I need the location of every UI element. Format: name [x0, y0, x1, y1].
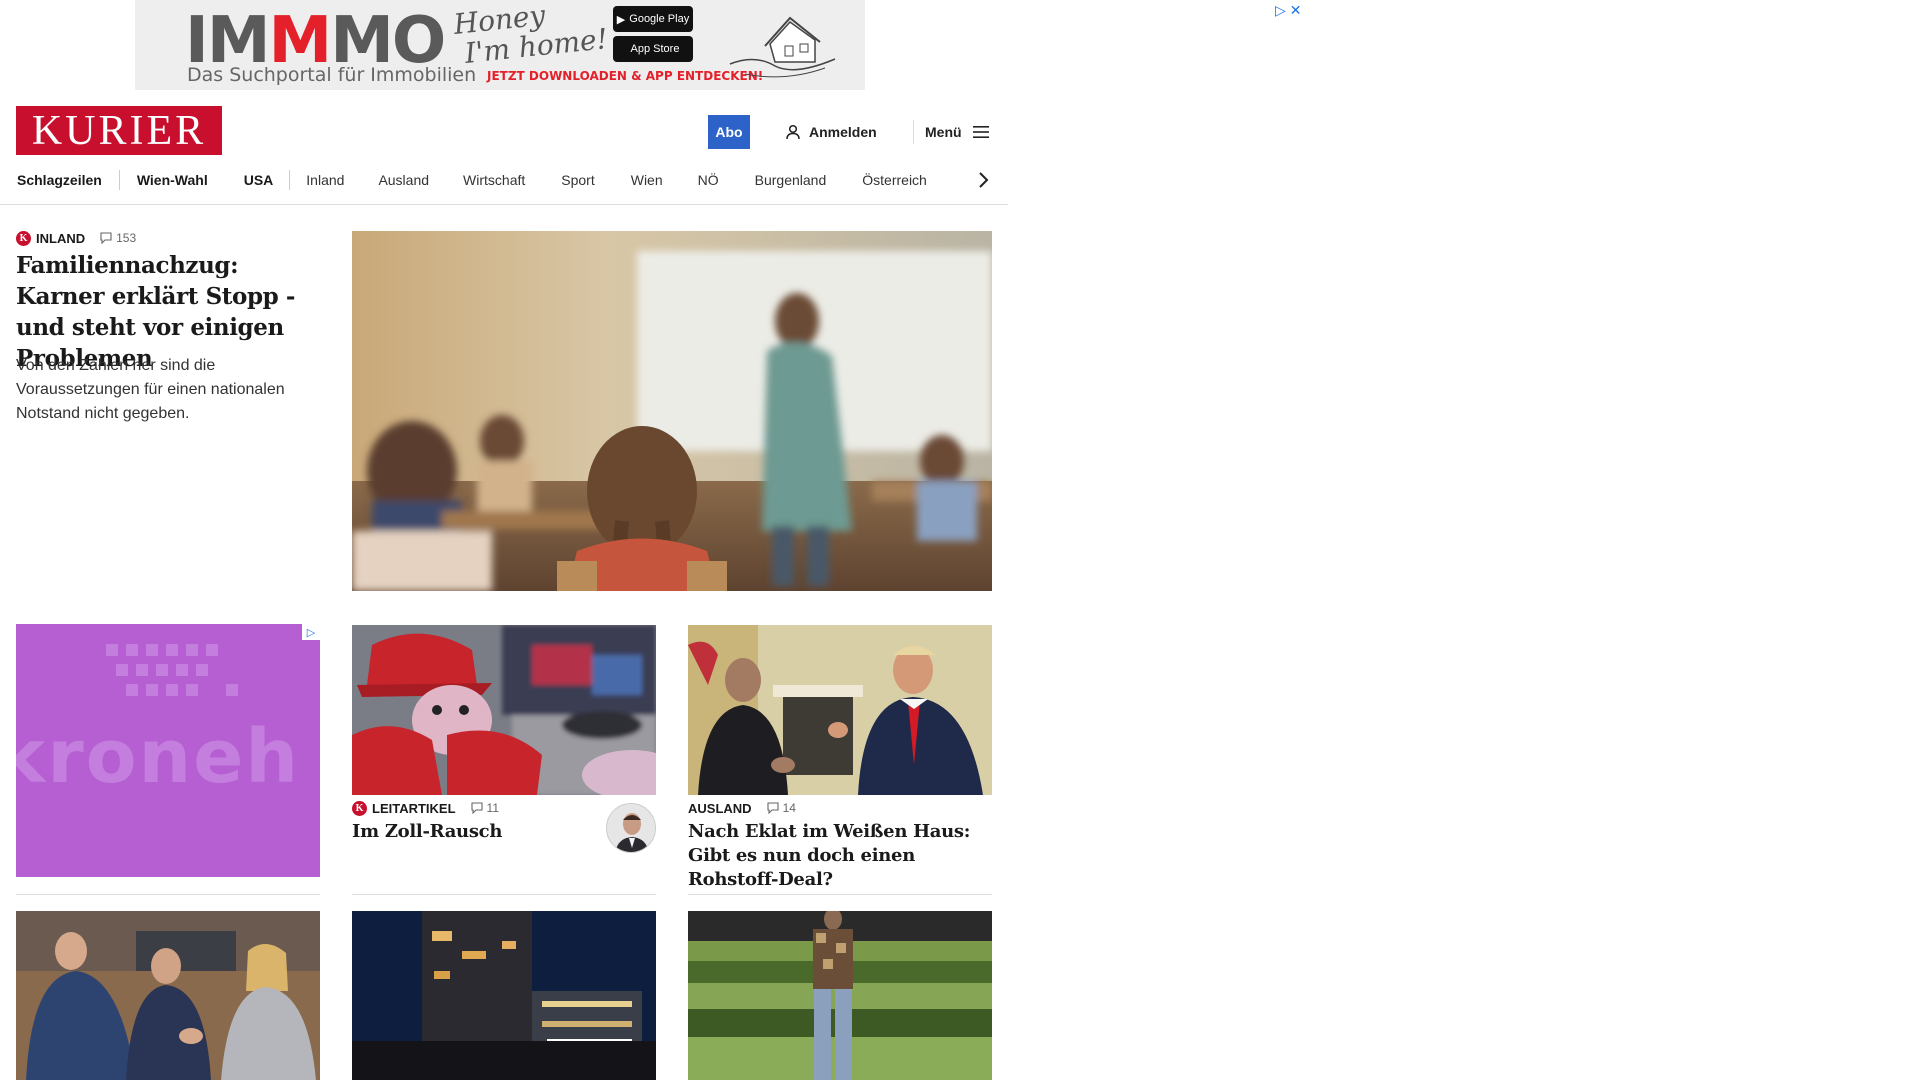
card-divider	[16, 894, 320, 895]
page: IMMMO Das Suchportal für Immobilien Hone…	[0, 0, 1920, 1080]
kronehit-ad-tile[interactable]: kroneh ▷	[16, 624, 320, 877]
nav-item-inland[interactable]: Inland	[306, 172, 344, 188]
lead-comment-count[interactable]: 153	[100, 231, 136, 245]
adchoices-icon[interactable]: ▷ ✕	[1275, 2, 1302, 19]
ad-script-text: Honey I'm home!	[452, 0, 610, 70]
kurier-k-icon: K	[352, 800, 367, 816]
card-divider	[688, 894, 992, 895]
nav-item-ausland[interactable]: Ausland	[378, 172, 429, 188]
header-divider	[913, 120, 914, 144]
maga-hats-photo	[352, 625, 656, 795]
nav-divider	[289, 170, 291, 190]
hamburger-icon	[972, 126, 989, 138]
card-headline-ausland[interactable]: Nach Eklat im Weißen Haus: Gibt es nun d…	[688, 820, 992, 892]
nav-underline	[0, 204, 1008, 205]
card-image-parliament[interactable]	[16, 911, 320, 1080]
nav-item-noe[interactable]: NÖ	[698, 172, 719, 188]
card-comment-count[interactable]: 11	[470, 801, 499, 815]
nav-item-wien-wahl[interactable]: Wien-Wahl	[137, 172, 208, 188]
card-comment-count[interactable]: 14	[767, 801, 796, 815]
adchoices-play-icon: ▷	[1275, 2, 1286, 18]
card-image-maga-hats[interactable]	[352, 625, 656, 795]
runway-photo	[688, 911, 992, 1080]
menu-label: Menü	[925, 124, 962, 140]
close-icon[interactable]: ✕	[1290, 2, 1302, 19]
comment-icon	[767, 802, 779, 814]
house-hand-icon	[729, 16, 836, 78]
adchoices-icon[interactable]: ▷	[302, 624, 320, 640]
lead-teaser: Von den Zahlen her sind die Voraussetzun…	[16, 357, 285, 422]
card-image-borealis[interactable]: BOREALIS	[352, 911, 656, 1080]
card-headline-leitartikel[interactable]: Im Zoll-Rausch	[352, 820, 592, 844]
login-label: Anmelden	[809, 124, 877, 140]
user-icon	[786, 124, 800, 140]
nav-item-burgenland[interactable]: Burgenland	[755, 172, 827, 188]
nav-item-usa[interactable]: USA	[244, 172, 274, 188]
author-photo	[607, 804, 655, 852]
login-button[interactable]: Anmelden	[785, 120, 877, 144]
abo-button[interactable]: Abo	[708, 115, 750, 149]
kurier-logo[interactable]: KURIER	[16, 106, 222, 155]
nav-item-wien[interactable]: Wien	[631, 172, 663, 188]
nav-item-schlagzeilen[interactable]: Schlagzeilen	[17, 172, 102, 188]
lead-kicker: K INLAND 153	[16, 230, 136, 246]
ad-pattern	[106, 644, 238, 696]
classroom-photo	[352, 231, 992, 591]
card-image-fashion-show[interactable]	[688, 911, 992, 1080]
nav-item-sport[interactable]: Sport	[561, 172, 594, 188]
ad-tile-text: kroneh	[16, 714, 301, 800]
card-category[interactable]: LEITARTIKEL	[372, 801, 456, 816]
kurier-k-icon: K	[16, 230, 31, 246]
menu-button[interactable]: Menü	[925, 120, 990, 144]
borealis-plant-photo: BOREALIS	[352, 911, 656, 1080]
comment-icon	[100, 232, 112, 244]
chevron-right-icon[interactable]	[974, 168, 994, 192]
google-play-badge[interactable]: ▶ Google Play	[613, 6, 693, 32]
comment-icon	[470, 802, 483, 814]
card-image-oval-office[interactable]	[688, 625, 992, 795]
nav-item-oesterreich[interactable]: Österreich	[862, 172, 927, 188]
play-icon: ▶	[616, 13, 626, 26]
nav-item-wirtschaft[interactable]: Wirtschaft	[463, 172, 525, 188]
app-store-badge[interactable]: App Store	[613, 36, 693, 62]
lead-image-classroom[interactable]	[352, 231, 992, 591]
top-ad-banner[interactable]: IMMMO Das Suchportal für Immobilien Hone…	[135, 0, 865, 90]
ad-cta: JETZT DOWNLOADEN & APP ENTDECKEN!	[487, 69, 764, 83]
card-category[interactable]: AUSLAND	[688, 801, 752, 816]
section-nav: Schlagzeilen Wien-Wahl USA Inland Auslan…	[17, 168, 1002, 192]
parliament-photo	[16, 911, 320, 1080]
card-divider	[352, 894, 656, 895]
card-kicker-ausland: AUSLAND 14	[688, 800, 796, 816]
card-kicker-leitartikel: K LEITARTIKEL 11	[352, 800, 499, 816]
oval-office-photo	[688, 625, 992, 795]
nav-divider	[118, 170, 120, 190]
author-avatar[interactable]	[606, 803, 656, 853]
ad-tagline: Das Suchportal für Immobilien	[187, 64, 477, 86]
lead-category[interactable]: INLAND	[36, 231, 85, 246]
